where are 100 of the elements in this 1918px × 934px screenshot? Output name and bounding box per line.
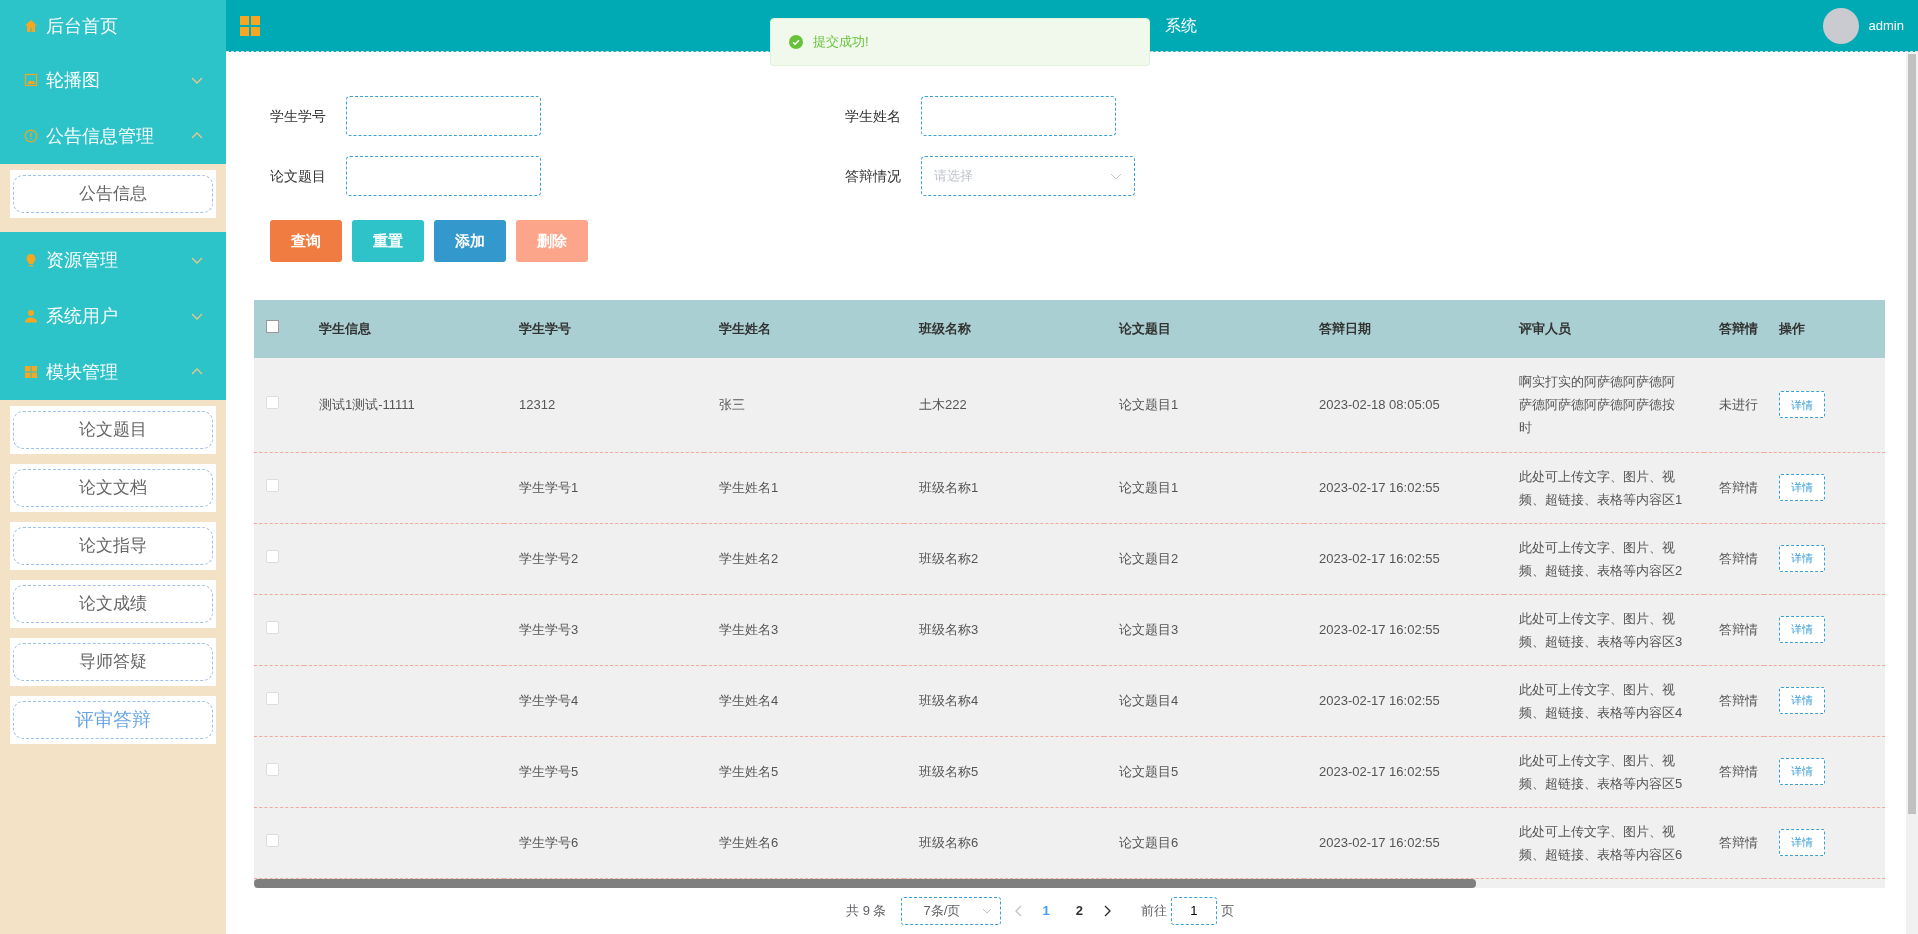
goto-label: 前往 bbox=[1140, 901, 1167, 920]
sidebar-menu-item[interactable]: 公告信息管理 bbox=[0, 108, 226, 164]
table-cell: 班级名称4 bbox=[919, 692, 979, 708]
table-cell: 班级名称1 bbox=[919, 479, 979, 495]
sidebar-menu-item[interactable]: 轮播图 bbox=[0, 52, 226, 108]
table-cell: 论文题目4 bbox=[1119, 692, 1179, 708]
vertical-scrollbar[interactable] bbox=[1908, 54, 1916, 814]
previous-page-icon[interactable] bbox=[1014, 904, 1023, 917]
chevron-down-icon[interactable] bbox=[1110, 172, 1122, 181]
table-cell: 学生学号4 bbox=[519, 692, 579, 708]
table-cell: 学生姓名3 bbox=[719, 621, 779, 637]
table-cell: 答辩情 bbox=[1719, 692, 1758, 708]
table-cell: 2023-02-18 08:05:05 bbox=[1319, 397, 1440, 412]
sidebar-menu-item[interactable]: 模块管理 bbox=[0, 344, 226, 400]
input-field[interactable] bbox=[346, 96, 541, 136]
select-field[interactable]: 请选择 bbox=[921, 156, 1135, 196]
table-cell: 班级名称6 bbox=[919, 834, 979, 850]
table-cell: 班级名称3 bbox=[919, 621, 979, 637]
action-button[interactable]: 查询 bbox=[270, 220, 342, 262]
row-checkbox[interactable] bbox=[266, 691, 279, 705]
action-button[interactable]: 删除 bbox=[516, 220, 588, 262]
action-button[interactable]: 重置 bbox=[352, 220, 424, 262]
horizontal-scrollbar[interactable] bbox=[254, 878, 1476, 888]
system-title: 系统 bbox=[1165, 16, 1197, 34]
input-field[interactable] bbox=[921, 96, 1116, 136]
table-cell: 2023-02-17 16:02:55 bbox=[1319, 834, 1440, 850]
row-checkbox[interactable] bbox=[266, 762, 279, 776]
table-cell: 测试1测试-11111 bbox=[319, 397, 415, 412]
column-header: 学生姓名 bbox=[719, 321, 771, 337]
details-button[interactable]: 详情 bbox=[1779, 616, 1825, 643]
sidebar-menu-item[interactable]: 后台首页 bbox=[0, 0, 226, 52]
table-cell: 2023-02-17 16:02:55 bbox=[1319, 692, 1440, 708]
success-icon bbox=[789, 35, 803, 49]
submenu-item[interactable]: 评审答辩 bbox=[13, 701, 213, 739]
field-label: 学生姓名 bbox=[845, 106, 902, 126]
table-cell: 班级名称2 bbox=[919, 550, 979, 566]
table-cell: 学生姓名2 bbox=[719, 550, 779, 566]
table-cell: 论文题目1 bbox=[1119, 479, 1179, 495]
page-suffix: 页 bbox=[1220, 901, 1234, 920]
details-button[interactable]: 详情 bbox=[1779, 391, 1825, 419]
submenu-item[interactable]: 论文成绩 bbox=[13, 585, 213, 623]
page-size-select[interactable]: 7条/页 bbox=[900, 896, 1001, 925]
field-label: 答辩情况 bbox=[845, 166, 902, 186]
sidebar-menu-item[interactable]: 系统用户 bbox=[0, 288, 226, 344]
page-number[interactable]: 2 bbox=[1069, 900, 1089, 921]
row-checkbox[interactable] bbox=[266, 620, 279, 634]
info-icon bbox=[24, 129, 38, 143]
column-header: 操作 bbox=[1779, 321, 1805, 337]
table-cell: 土木222 bbox=[919, 397, 967, 412]
submenu-item[interactable]: 论文文档 bbox=[13, 469, 213, 507]
table-cell: 未进行 bbox=[1719, 397, 1758, 412]
input-field[interactable] bbox=[346, 156, 541, 196]
row-checkbox[interactable] bbox=[266, 833, 279, 847]
table-cell: 学生姓名1 bbox=[719, 479, 779, 495]
table-cell: 学生姓名5 bbox=[719, 763, 779, 779]
details-button[interactable]: 详情 bbox=[1779, 758, 1825, 785]
submenu-item[interactable]: 论文指导 bbox=[13, 527, 213, 565]
table-cell: 此处可上传文字、图片、视频、超链接、表格等内容区5 bbox=[1519, 752, 1683, 791]
details-button[interactable]: 详情 bbox=[1779, 687, 1825, 714]
table-cell: 班级名称5 bbox=[919, 763, 979, 779]
chevron-down-icon[interactable] bbox=[981, 907, 992, 915]
table-cell: 学生学号2 bbox=[519, 550, 579, 566]
table-cell: 答辩情 bbox=[1719, 550, 1758, 566]
column-header: 论文题目 bbox=[1119, 321, 1171, 337]
table-cell: 学生学号3 bbox=[519, 621, 579, 637]
action-button[interactable]: 添加 bbox=[434, 220, 506, 262]
table-cell: 论文题目2 bbox=[1119, 550, 1179, 566]
row-checkbox[interactable] bbox=[266, 478, 279, 492]
table-cell: 答辩情 bbox=[1719, 479, 1758, 495]
details-button[interactable]: 详情 bbox=[1779, 474, 1825, 501]
table-cell: 答辩情 bbox=[1719, 834, 1758, 850]
submenu-item[interactable]: 导师答疑 bbox=[13, 643, 213, 681]
submenu-item[interactable]: 公告信息 bbox=[13, 175, 213, 213]
table-cell: 答辩情 bbox=[1719, 621, 1758, 637]
row-checkbox[interactable] bbox=[266, 396, 279, 409]
page-number[interactable]: 1 bbox=[1036, 900, 1056, 921]
next-page-icon[interactable] bbox=[1102, 904, 1111, 917]
username[interactable]: admin bbox=[1868, 15, 1904, 36]
row-checkbox[interactable] bbox=[266, 549, 279, 563]
select-all-checkbox[interactable] bbox=[266, 320, 279, 334]
table-cell: 论文题目1 bbox=[1119, 397, 1179, 412]
toast-message: 提交成功! bbox=[813, 33, 869, 52]
grid-icon[interactable] bbox=[240, 15, 260, 36]
details-button[interactable]: 详情 bbox=[1779, 545, 1825, 572]
table-cell: 2023-02-17 16:02:55 bbox=[1319, 763, 1440, 779]
sidebar-menu-item[interactable]: 资源管理 bbox=[0, 232, 226, 288]
avatar[interactable] bbox=[1822, 7, 1859, 44]
column-header: 学生信息 bbox=[319, 321, 371, 337]
grid-icon bbox=[24, 365, 38, 379]
page-input[interactable]: 1 bbox=[1170, 896, 1217, 925]
home-icon bbox=[24, 19, 38, 33]
column-header: 班级名称 bbox=[919, 321, 971, 337]
table-cell: 学生学号6 bbox=[519, 834, 579, 850]
column-header: 学生学号 bbox=[519, 321, 571, 337]
table-cell: 2023-02-17 16:02:55 bbox=[1319, 479, 1440, 495]
submenu-item[interactable]: 论文题目 bbox=[13, 411, 213, 449]
details-button[interactable]: 详情 bbox=[1779, 829, 1825, 856]
column-header: 答辩情 bbox=[1719, 321, 1758, 337]
table-cell: 2023-02-17 16:02:55 bbox=[1319, 621, 1440, 637]
table-cell: 学生学号5 bbox=[519, 763, 579, 779]
